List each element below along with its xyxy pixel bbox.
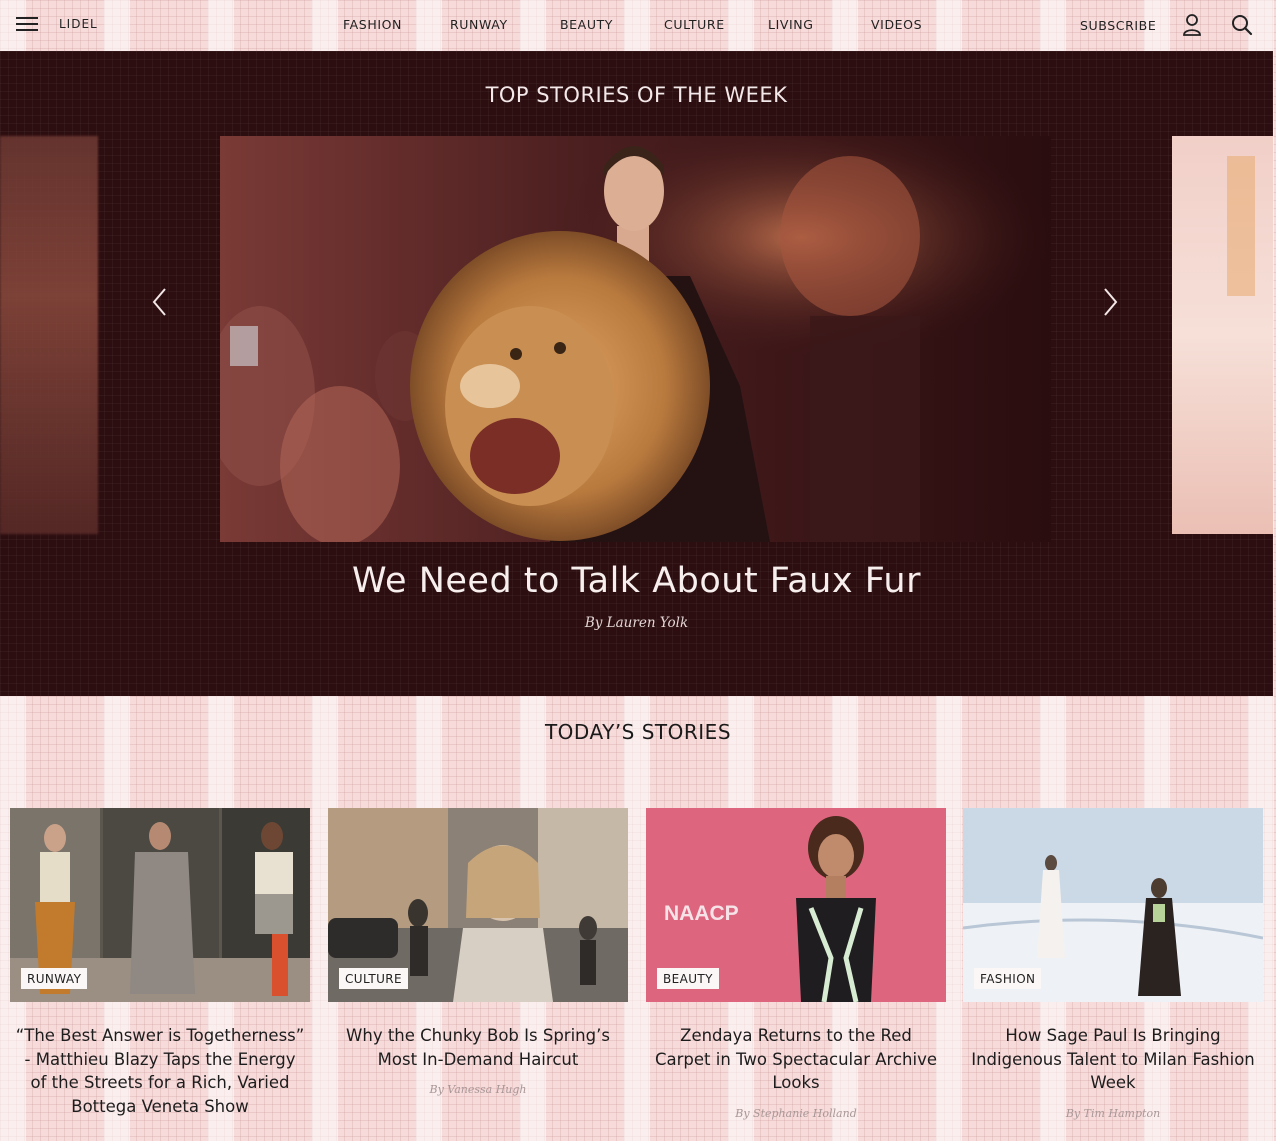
story-category-tag[interactable]: BEAUTY <box>657 968 719 989</box>
hero-headline[interactable]: We Need to Talk About Faux Fur <box>0 561 1273 601</box>
top-stories-title: TOP STORIES OF THE WEEK <box>485 83 788 107</box>
story-card-runway[interactable]: RUNWAY “The Best Answer is Togetherness”… <box>10 808 310 1118</box>
hero-byline: By Lauren Yolk <box>584 615 689 631</box>
story-image[interactable]: NAACP BEAUTY <box>646 808 946 1002</box>
nav-item-living[interactable]: LIVING <box>768 17 814 32</box>
nav-item-videos[interactable]: VIDEOS <box>871 17 922 32</box>
site-header: LIDEL FASHION RUNWAY BEAUTY CULTURE LIVI… <box>0 0 1276 51</box>
story-author: By Tim Hampton <box>1065 1106 1161 1120</box>
story-author: By Stephanie Holland <box>735 1106 857 1120</box>
story-image[interactable]: RUNWAY <box>10 808 310 1002</box>
story-title[interactable]: Why the Chunky Bob Is Spring’s Most In-D… <box>328 1024 628 1071</box>
user-icon[interactable] <box>1181 13 1203 37</box>
previous-slide-preview[interactable] <box>0 136 98 534</box>
top-stories-carousel: TOP STORIES OF THE WEEK We Need to Talk … <box>0 51 1273 696</box>
chevron-left-icon[interactable] <box>150 287 170 317</box>
story-category-tag[interactable]: FASHION <box>974 968 1042 989</box>
nav-item-runway[interactable]: RUNWAY <box>450 17 508 32</box>
subscribe-link[interactable]: SUBSCRIBE <box>1080 18 1156 33</box>
next-slide-preview[interactable] <box>1172 136 1273 534</box>
story-title[interactable]: “The Best Answer is Togetherness” - Matt… <box>10 1024 310 1118</box>
story-image[interactable]: CULTURE <box>328 808 628 1002</box>
story-image[interactable]: FASHION <box>963 808 1263 1002</box>
story-title[interactable]: How Sage Paul Is Bringing Indigenous Tal… <box>963 1024 1263 1095</box>
story-card-beauty[interactable]: NAACP BEAUTY Zendaya Returns to the Red … <box>646 808 946 1120</box>
todays-stories-title: TODAY’S STORIES <box>544 720 732 744</box>
story-card-fashion[interactable]: FASHION How Sage Paul Is Bringing Indige… <box>963 808 1263 1120</box>
chevron-right-icon[interactable] <box>1100 287 1120 317</box>
story-category-tag[interactable]: CULTURE <box>339 968 409 989</box>
story-card-culture[interactable]: CULTURE Why the Chunky Bob Is Spring’s M… <box>328 808 628 1096</box>
search-icon[interactable] <box>1231 14 1253 36</box>
story-category-tag[interactable]: RUNWAY <box>21 968 88 989</box>
story-title[interactable]: Zendaya Returns to the Red Carpet in Two… <box>646 1024 946 1095</box>
hero-image[interactable] <box>220 136 1051 542</box>
nav-item-fashion[interactable]: FASHION <box>343 17 402 32</box>
nav-item-culture[interactable]: CULTURE <box>664 17 725 32</box>
naacp-text: NAACP <box>664 902 739 925</box>
story-author: By Vanessa Hugh <box>429 1083 527 1096</box>
nav-item-beauty[interactable]: BEAUTY <box>560 17 613 32</box>
